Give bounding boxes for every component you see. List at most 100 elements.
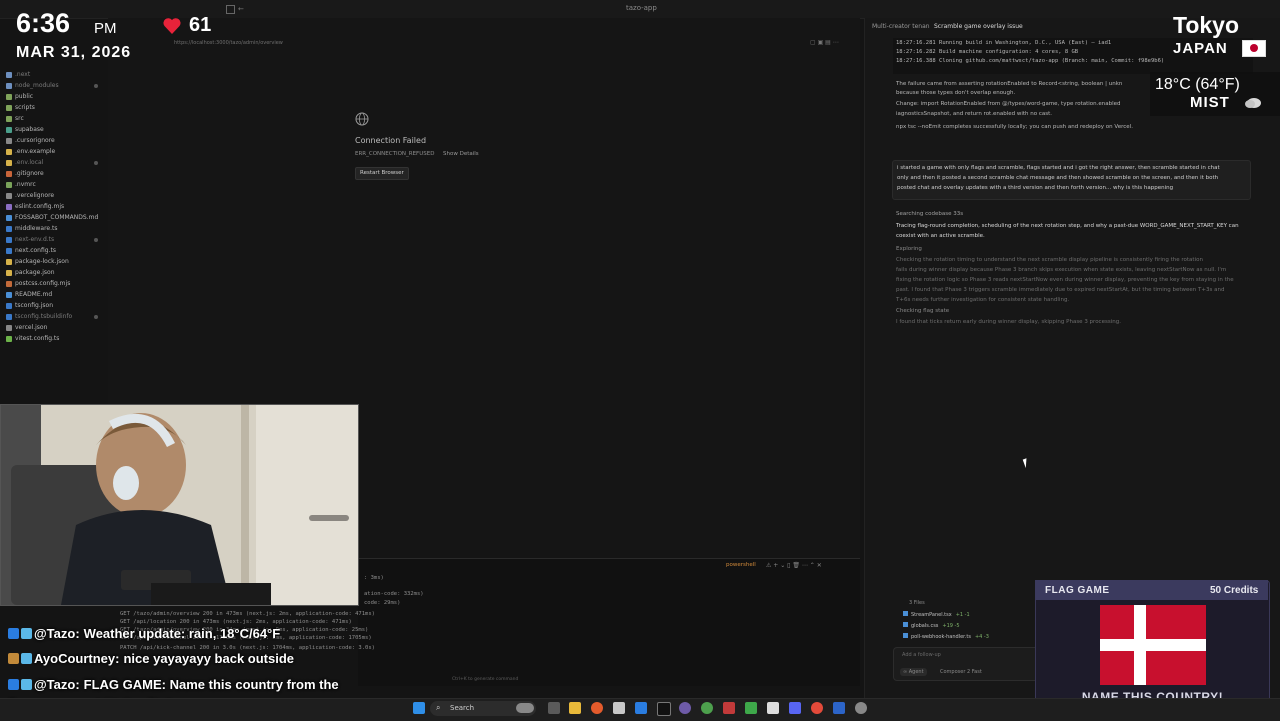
thinking-line: fixing the rotation logic so Phase 3 rea…	[896, 277, 1234, 283]
agent-dropdown[interactable]: ∞ Agent	[900, 668, 927, 676]
file-item[interactable]: postcss.config.mjs	[6, 280, 70, 287]
chat-text: nice yayayayy back outside	[123, 651, 295, 666]
agent-label: Agent	[908, 669, 924, 675]
url-bar[interactable]: https://localhost:3000/tazo/admin/overvi…	[150, 38, 850, 50]
changed-file[interactable]: StreamPanel.tsx +1 -1	[903, 611, 970, 618]
app-red-icon[interactable]	[811, 702, 823, 714]
file-item[interactable]: .next	[6, 71, 30, 78]
task-view-icon[interactable]	[548, 702, 560, 714]
ignored-dot	[94, 315, 98, 319]
file-item[interactable]: vercel.json	[6, 324, 47, 331]
chrome-icon[interactable]	[701, 702, 713, 714]
file-item[interactable]: FOSSABOT_COMMANDS.md	[6, 214, 98, 221]
changed-file-name: StreamPanel.tsx	[911, 612, 952, 618]
widgets-icon[interactable]	[516, 703, 534, 713]
vscode-icon[interactable]	[635, 702, 647, 714]
file-name: middleware.ts	[15, 225, 58, 232]
file-item[interactable]: .env.local	[6, 159, 43, 166]
file-name: node_modules	[15, 82, 59, 89]
file-item[interactable]: next-env.d.ts	[6, 236, 54, 243]
restart-browser-button[interactable]: Restart Browser	[355, 167, 409, 180]
url-text[interactable]: https://localhost:3000/tazo/admin/overvi…	[174, 40, 283, 46]
file-name: next-env.d.ts	[15, 236, 55, 243]
app-blue-icon[interactable]	[833, 702, 845, 714]
back-arrow-icon[interactable]: ←	[238, 5, 244, 13]
file-icon	[6, 170, 12, 177]
notepad-icon[interactable]	[613, 702, 625, 714]
changed-file[interactable]: poll-webhook-handler.ts +4 -3	[903, 633, 989, 640]
changed-file[interactable]: globals.css +19 -5	[903, 622, 960, 629]
thinking-line: fails during winner display because Phas…	[896, 267, 1227, 273]
firefox-icon[interactable]	[591, 702, 603, 714]
file-explorer-icon[interactable]	[569, 702, 581, 714]
file-item[interactable]: src	[6, 115, 24, 122]
file-name: .nvmrc	[15, 181, 36, 188]
file-icon	[6, 126, 12, 133]
chat-tab-1[interactable]: Multi-creator tenan	[872, 23, 930, 30]
checking-detail: I found that ticks return early during w…	[896, 319, 1121, 325]
obs-icon[interactable]	[723, 702, 735, 714]
file-item[interactable]: tsconfig.tsbuildinfo	[6, 313, 72, 320]
terminal-controls[interactable]: ⚠ + ⌄ ▯ 🗑 ⋯ ⌃ ✕	[766, 562, 822, 569]
user-badge-icon	[21, 628, 32, 639]
changed-file-name: poll-webhook-handler.ts	[911, 634, 971, 640]
file-item[interactable]: scripts	[6, 104, 35, 111]
file-icon	[6, 115, 12, 122]
file-item[interactable]: .cursorignore	[6, 137, 55, 144]
file-icon	[6, 181, 12, 188]
file-item[interactable]: package.json	[6, 269, 55, 276]
file-item[interactable]: .nvmrc	[6, 181, 36, 188]
file-item[interactable]: supabase	[6, 126, 44, 133]
file-icon	[6, 280, 12, 287]
browser-tools-icon[interactable]: ▢ ▣ ▤ ⋯	[810, 39, 839, 46]
file-item[interactable]: .gitignore	[6, 170, 44, 177]
changed-file-name: globals.css	[911, 623, 939, 629]
file-name: package-lock.json	[15, 258, 69, 265]
file-item[interactable]: .env.example	[6, 148, 55, 155]
terminal-line: code: 29ms)	[364, 600, 401, 606]
github-icon[interactable]	[679, 702, 691, 714]
file-item[interactable]: next.config.ts	[6, 247, 56, 254]
windows-start-icon[interactable]	[413, 702, 425, 714]
file-item[interactable]: eslint.config.mjs	[6, 203, 64, 210]
diff-stat: +1 -1	[955, 612, 970, 618]
cursor-app-icon[interactable]	[657, 702, 671, 716]
terminal-shell-label[interactable]: powershell	[726, 562, 756, 568]
chat-tab-2[interactable]: Scramble game overlay issue	[934, 23, 1023, 30]
file-item[interactable]: public	[6, 93, 33, 100]
model-dropdown[interactable]: Composer 2 Fast	[940, 669, 982, 675]
file-item[interactable]: .vercelignore	[6, 192, 54, 199]
settings-icon[interactable]	[855, 702, 867, 714]
layout-icon[interactable]	[226, 5, 235, 14]
file-item[interactable]: middleware.ts	[6, 225, 57, 232]
webcam-image	[1, 405, 358, 605]
file-type-icon	[903, 633, 908, 638]
user-badge-icon	[21, 679, 32, 690]
ignored-dot	[94, 161, 98, 165]
file-item[interactable]: tsconfig.json	[6, 302, 53, 309]
composer-input[interactable]: Add a follow-up	[902, 652, 941, 658]
file-name: README.md	[15, 291, 53, 298]
heart-rate: 61	[189, 14, 212, 36]
file-icon	[6, 225, 12, 232]
file-item[interactable]: package-lock.json	[6, 258, 69, 265]
app-green-icon[interactable]	[745, 702, 757, 714]
discord-icon[interactable]	[789, 702, 801, 714]
file-item[interactable]: vitest.config.ts	[6, 335, 59, 342]
file-name: package.json	[15, 269, 55, 276]
file-item[interactable]: node_modules	[6, 82, 59, 89]
chat-username: AyoCourtney:	[34, 651, 120, 666]
file-name: .cursorignore	[15, 137, 55, 144]
flag-game-credits: 50 Credits	[1210, 585, 1259, 596]
chat-text: Weather update: rain, 18°C/64°F	[83, 626, 281, 641]
terminal-shell-name: powershell	[726, 562, 756, 568]
terminal-panel[interactable]: : 3ms) ation-code: 332ms) code: 29ms) GET /…	[120, 558, 860, 686]
show-details-link[interactable]: Show Details	[443, 151, 479, 157]
file-icon	[6, 71, 12, 78]
file-item[interactable]: README.md	[6, 291, 52, 298]
changed-files: 3 Files StreamPanel.tsx +1 -1 globals.css +1…	[897, 596, 1027, 644]
user-message-line: posted chat and overlay updates with a t…	[897, 185, 1174, 191]
chat-composer[interactable]: Add a follow-up ∞ Agent Composer 2 Fast	[893, 647, 1040, 681]
app-x-icon[interactable]	[767, 702, 779, 714]
file-name: src	[15, 115, 24, 122]
